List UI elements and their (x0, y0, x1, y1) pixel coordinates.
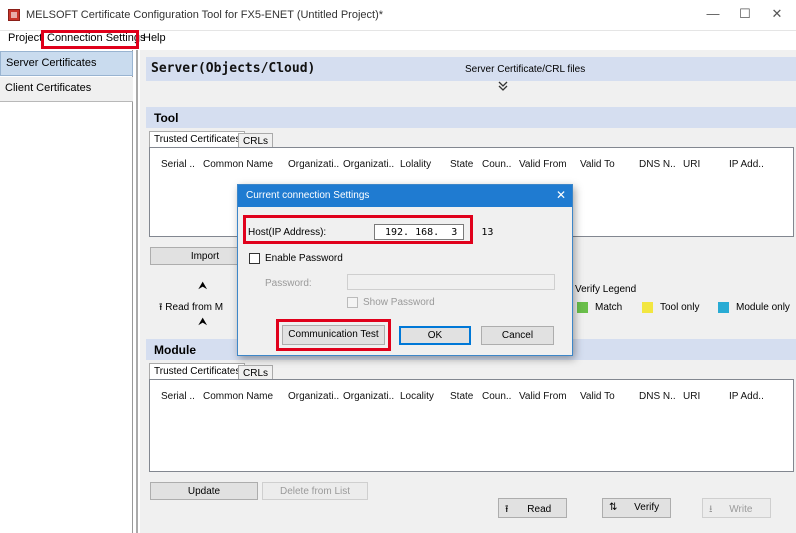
highlight-connection-settings (41, 30, 139, 49)
maximize-button[interactable]: ☐ (735, 6, 755, 22)
tool-section-header: Tool (146, 107, 796, 128)
close-button[interactable]: ✕ (767, 6, 787, 22)
column-header[interactable]: Organizati.. (288, 159, 339, 170)
column-header[interactable]: Coun.. (482, 391, 511, 402)
column-header[interactable]: State (450, 391, 473, 402)
minimize-button[interactable]: — (703, 6, 723, 21)
legend-swatch-module-only (718, 302, 729, 313)
sidebar-item-client-certificates[interactable]: Client Certificates (0, 77, 133, 102)
column-header[interactable]: URI (683, 159, 700, 170)
read-button-label: Read (527, 504, 552, 515)
update-button[interactable]: Update (150, 482, 258, 500)
column-header[interactable]: Organizati.. (343, 159, 394, 170)
highlight-communication-test (276, 319, 391, 351)
server-files-label: Server Certificate/CRL files (465, 64, 586, 75)
show-password-checkbox[interactable] (347, 297, 358, 308)
column-header[interactable]: Valid To (580, 159, 615, 170)
column-header[interactable]: Coun.. (482, 159, 511, 170)
verify-button[interactable]: ⇅ Verify (602, 498, 671, 518)
read-button[interactable]: ⭱ Read (498, 498, 567, 518)
app-icon (8, 9, 20, 21)
column-header[interactable]: Common Name (203, 391, 273, 402)
menu-project[interactable]: Project (8, 32, 42, 46)
column-header[interactable]: Organizati.. (343, 391, 394, 402)
legend-swatch-match (577, 302, 588, 313)
column-header[interactable]: IP Add.. (729, 391, 764, 402)
verify-legend-label: Verify Legend (575, 284, 637, 295)
column-header[interactable]: URI (683, 391, 700, 402)
legend-label-module-only: Module only (736, 302, 790, 313)
cancel-button[interactable]: Cancel (481, 326, 554, 345)
legend-label-tool-only: Tool only (660, 302, 700, 313)
column-header[interactable]: DNS N.. (639, 391, 676, 402)
verify-button-label: Verify (634, 502, 660, 513)
show-password-label[interactable]: Show Password (363, 297, 435, 308)
read-from-module-button[interactable]: ⭱ Read from M (159, 300, 223, 317)
column-header[interactable]: Valid From (519, 391, 567, 402)
legend-label-match: Match (595, 302, 623, 313)
password-label: Password: (265, 278, 312, 289)
verify-icon: ⇅ (609, 502, 618, 513)
column-header[interactable]: Organizati.. (288, 391, 339, 402)
read-from-label: Read from M (165, 302, 224, 313)
dialog-title: Current connection Settings (238, 185, 572, 207)
double-chevron-up-icon[interactable]: ⮝ (198, 316, 207, 329)
download-icon: ⭳ (709, 504, 713, 515)
window-title: MELSOFT Certificate Configuration Tool f… (26, 9, 384, 21)
tab-module-crls[interactable]: CRLs (238, 365, 274, 379)
tab-module-trusted-certificates[interactable]: Trusted Certificates (149, 363, 246, 379)
sidebar-item-server-certificates[interactable]: Server Certificates (0, 51, 133, 76)
write-button[interactable]: ⭳ Write (702, 498, 771, 518)
highlight-host-field (243, 215, 473, 244)
column-header[interactable]: Valid From (519, 159, 567, 170)
double-chevron-down-icon[interactable] (497, 80, 509, 95)
ok-button[interactable]: OK (399, 326, 471, 345)
sidebar (0, 50, 133, 533)
column-header[interactable]: Serial .. (161, 159, 195, 170)
server-section-title: Server(Objects/Cloud) (151, 61, 316, 76)
dialog-close-icon[interactable]: ✕ (556, 188, 566, 202)
write-button-label: Write (729, 504, 753, 515)
connection-settings-dialog: Current connection Settings ✕ Host(IP Ad… (237, 184, 573, 356)
column-header[interactable]: IP Add.. (729, 159, 764, 170)
column-header[interactable]: Common Name (203, 159, 273, 170)
column-header[interactable]: Locality (400, 391, 434, 402)
column-header[interactable]: Lolality (400, 159, 431, 170)
upload-icon: ⭱ (159, 302, 163, 313)
delete-from-list-button[interactable]: Delete from List (262, 482, 368, 500)
column-header[interactable]: Valid To (580, 391, 615, 402)
password-field[interactable] (347, 274, 555, 290)
column-header[interactable]: Serial .. (161, 391, 195, 402)
legend-swatch-tool-only (642, 302, 653, 313)
enable-password-checkbox[interactable] (249, 253, 260, 264)
column-header[interactable]: DNS N.. (639, 159, 676, 170)
tab-tool-crls[interactable]: CRLs (238, 133, 274, 147)
double-chevron-up-icon[interactable]: ⮝ (198, 280, 207, 293)
column-header[interactable]: State (450, 159, 473, 170)
upload-icon: ⭱ (505, 504, 509, 515)
enable-password-label[interactable]: Enable Password (265, 253, 343, 264)
splitter[interactable] (136, 50, 138, 533)
menu-help[interactable]: Help (143, 32, 166, 46)
tab-tool-trusted-certificates[interactable]: Trusted Certificates (149, 131, 246, 147)
